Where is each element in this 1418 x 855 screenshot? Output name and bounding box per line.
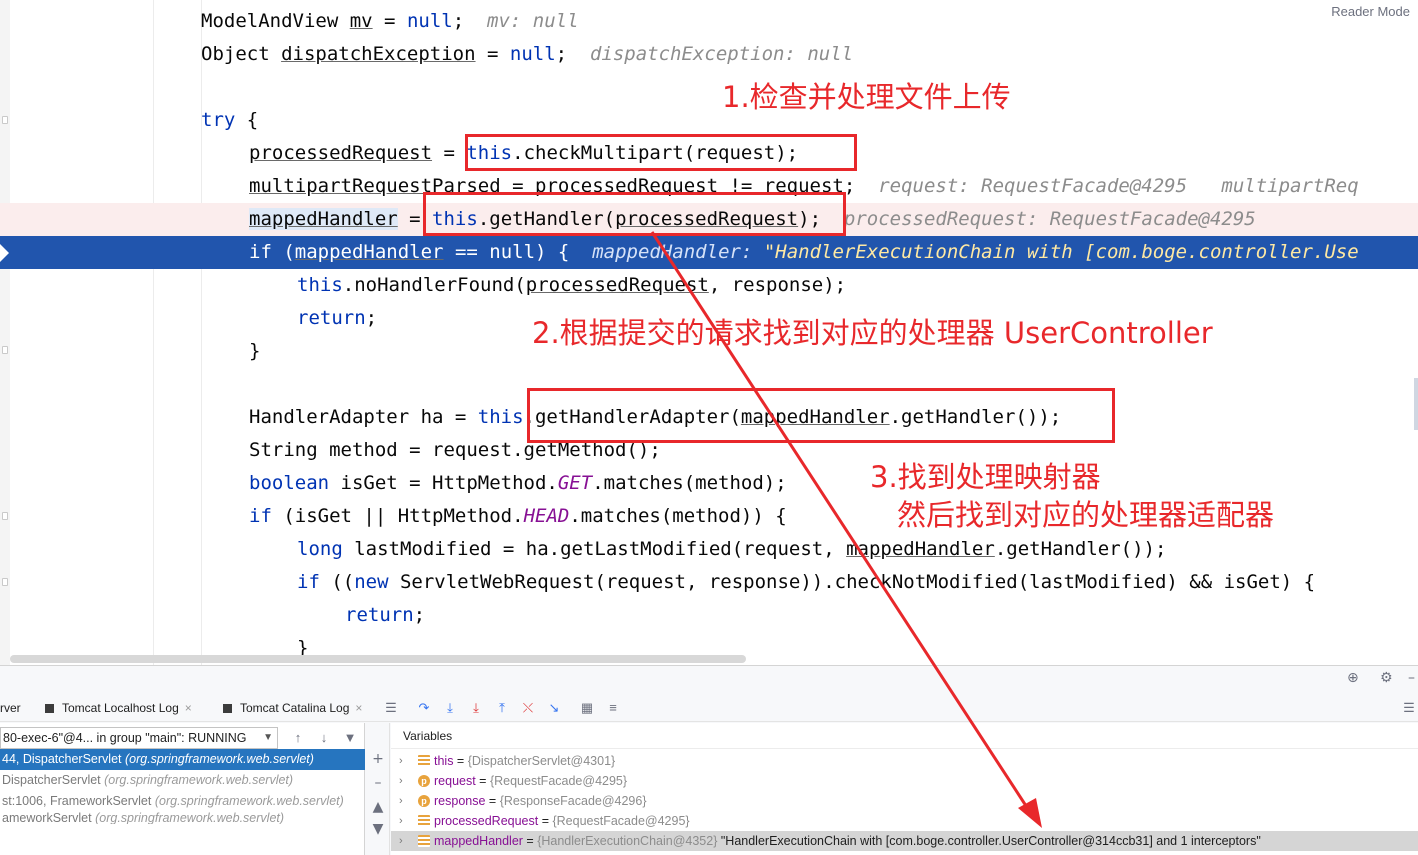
code-line[interactable]: if (isGet || HttpMethod.HEAD.matches(met… (249, 500, 787, 533)
variable-row[interactable]: › processedRequest = {RequestFacade@4295… (391, 811, 1418, 831)
variable-row[interactable]: › p response = {ResponseFacade@4296} (391, 791, 1418, 811)
variable-row[interactable]: › this = {DispatcherServlet@4301} (391, 751, 1418, 771)
indent-guide (153, 0, 154, 665)
annotation-step-1: 1.检查并处理文件上传 (722, 80, 1011, 114)
code-line[interactable]: ModelAndView mv = null; mv: null (201, 5, 579, 38)
editor-marker-stripe[interactable] (1414, 378, 1418, 430)
variables-title: Variables (391, 723, 1418, 749)
debug-header: ⊕ ⚙ – (0, 666, 1418, 691)
variable-row-selected[interactable]: › mappedHandler = {HandlerExecutionChain… (391, 831, 1418, 851)
horizontal-scrollbar[interactable] (10, 655, 746, 663)
variables-toolbar: + – ▲ ▼ (366, 723, 390, 855)
code-line[interactable]: return; (297, 302, 377, 335)
expand-icon[interactable]: › (399, 831, 403, 851)
expand-icon[interactable]: › (399, 771, 403, 791)
field-icon (418, 815, 430, 827)
minimize-icon[interactable]: – (1408, 666, 1415, 691)
code-line[interactable]: this.noHandlerFound(processedRequest, re… (297, 269, 846, 302)
step-into-icon[interactable]: ⤓ (441, 694, 459, 722)
arrow-up-icon[interactable]: ↑ (289, 727, 307, 749)
code-line[interactable]: } (249, 335, 260, 368)
current-execution-line[interactable]: if (mappedHandler == null) { mappedHandl… (0, 236, 1418, 269)
field-icon (418, 835, 430, 847)
arrow-down-icon[interactable]: ↓ (315, 727, 333, 749)
run-to-cursor-icon[interactable]: ↘ (545, 694, 563, 722)
code-line[interactable]: if ((new ServletWebRequest(request, resp… (297, 566, 1315, 599)
stack-frame[interactable]: ameworkServlet (org.springframework.web.… (0, 812, 365, 824)
field-icon (418, 755, 430, 767)
chevron-down-icon: ▼ (263, 732, 273, 743)
add-watch-icon[interactable]: + (366, 751, 390, 767)
move-down-icon[interactable]: ▼ (366, 821, 390, 837)
variables-panel: Variables › this = {DispatcherServlet@43… (391, 723, 1418, 855)
filter-icon[interactable]: ▼ (341, 727, 359, 749)
menu-icon[interactable]: ☰ (382, 694, 400, 722)
gear-icon[interactable]: ⚙ (1380, 666, 1393, 691)
fold-marker[interactable] (2, 346, 8, 354)
annotation-step-3-line1: 3.找到处理映射器 (870, 460, 1101, 494)
tab-tomcat-localhost-log[interactable]: Tomcat Localhost Log × (45, 694, 192, 722)
parameter-icon: p (418, 775, 430, 787)
code-line[interactable]: try { (201, 104, 258, 137)
fold-marker[interactable] (2, 578, 8, 586)
code-line[interactable]: boolean isGet = HttpMethod.GET.matches(m… (249, 467, 787, 500)
inline-debug-value: multipartReq (1221, 175, 1359, 197)
inline-debug-value: dispatchException: null (589, 43, 854, 65)
code-line[interactable]: if (mappedHandler == null) { mappedHandl… (249, 236, 1359, 269)
inline-debug-value: mv: null (487, 10, 579, 32)
inline-debug-value: processedRequest: RequestFacade@4295 (843, 208, 1256, 230)
close-icon[interactable]: × (355, 701, 362, 715)
annotation-box-gethandler (423, 192, 846, 236)
trace-icon[interactable]: ≡ (604, 694, 622, 722)
annotation-box-gethandleradapter (527, 388, 1115, 443)
inline-debug-value: request: RequestFacade@4295 (878, 175, 1188, 197)
expand-icon[interactable]: › (399, 751, 403, 771)
code-line[interactable]: return; (345, 599, 425, 632)
indent-guide (201, 0, 202, 665)
crosshair-icon[interactable]: ⊕ (1347, 666, 1359, 691)
debug-tabs: rver Tomcat Localhost Log × Tomcat Catali… (0, 694, 1418, 722)
step-over-icon[interactable]: ↷ (415, 694, 433, 722)
fold-marker[interactable] (2, 116, 8, 124)
drop-frame-icon[interactable]: ⤬ (519, 694, 537, 722)
close-icon[interactable]: × (185, 701, 192, 715)
execution-point-icon (0, 244, 9, 262)
debug-tool-window: ⊕ ⚙ – rver Tomcat Localhost Log × Tomcat … (0, 665, 1418, 855)
inline-debug-value: "HandlerExecutionChain with [com.boge.co… (763, 241, 1359, 263)
move-up-icon[interactable]: ▲ (366, 799, 390, 815)
parameter-icon: p (418, 795, 430, 807)
step-out-icon[interactable]: ⤒ (493, 694, 511, 722)
thread-selector[interactable]: 80-exec-6"@4... in group "main": RUNNING… (0, 727, 278, 749)
stack-frame[interactable]: 44, DispatcherServlet (org.springframewo… (0, 749, 365, 770)
expand-icon[interactable]: › (399, 811, 403, 831)
frames-panel: 80-exec-6"@4... in group "main": RUNNING… (0, 723, 365, 855)
inline-debug-name: mappedHandler: (592, 241, 753, 263)
code-editor[interactable]: Reader Mode ModelAndView mv = null; mv: … (0, 0, 1418, 665)
annotation-box-checkmultipart (465, 134, 857, 171)
tab-server[interactable]: rver (0, 694, 21, 722)
reader-mode-toggle[interactable]: Reader Mode (1331, 4, 1410, 19)
variable-row[interactable]: › p request = {RequestFacade@4295} (391, 771, 1418, 791)
force-step-into-icon[interactable]: ⤓ (467, 694, 485, 722)
fold-marker[interactable] (2, 512, 8, 520)
editor-gutter[interactable] (0, 0, 10, 665)
annotation-step-2: 2.根据提交的请求找到对应的处理器 UserController (532, 316, 1213, 350)
annotation-step-3-line2: 然后找到对应的处理器适配器 (897, 498, 1275, 532)
log-icon (223, 704, 232, 713)
remove-watch-icon[interactable]: – (366, 775, 390, 791)
code-line[interactable]: Object dispatchException = null; dispatc… (201, 38, 853, 71)
expand-icon[interactable]: › (399, 791, 403, 811)
log-icon (45, 704, 54, 713)
menu-icon[interactable]: ☰ (1400, 694, 1418, 722)
stack-frame[interactable]: st:1006, FrameworkServlet (org.springfra… (0, 791, 365, 812)
code-line[interactable]: long lastModified = ha.getLastModified(r… (297, 533, 1166, 566)
evaluate-expression-icon[interactable]: ▦ (578, 694, 596, 722)
tab-tomcat-catalina-log[interactable]: Tomcat Catalina Log × (223, 694, 362, 722)
stack-frame[interactable]: DispatcherServlet (org.springframework.w… (0, 770, 365, 791)
